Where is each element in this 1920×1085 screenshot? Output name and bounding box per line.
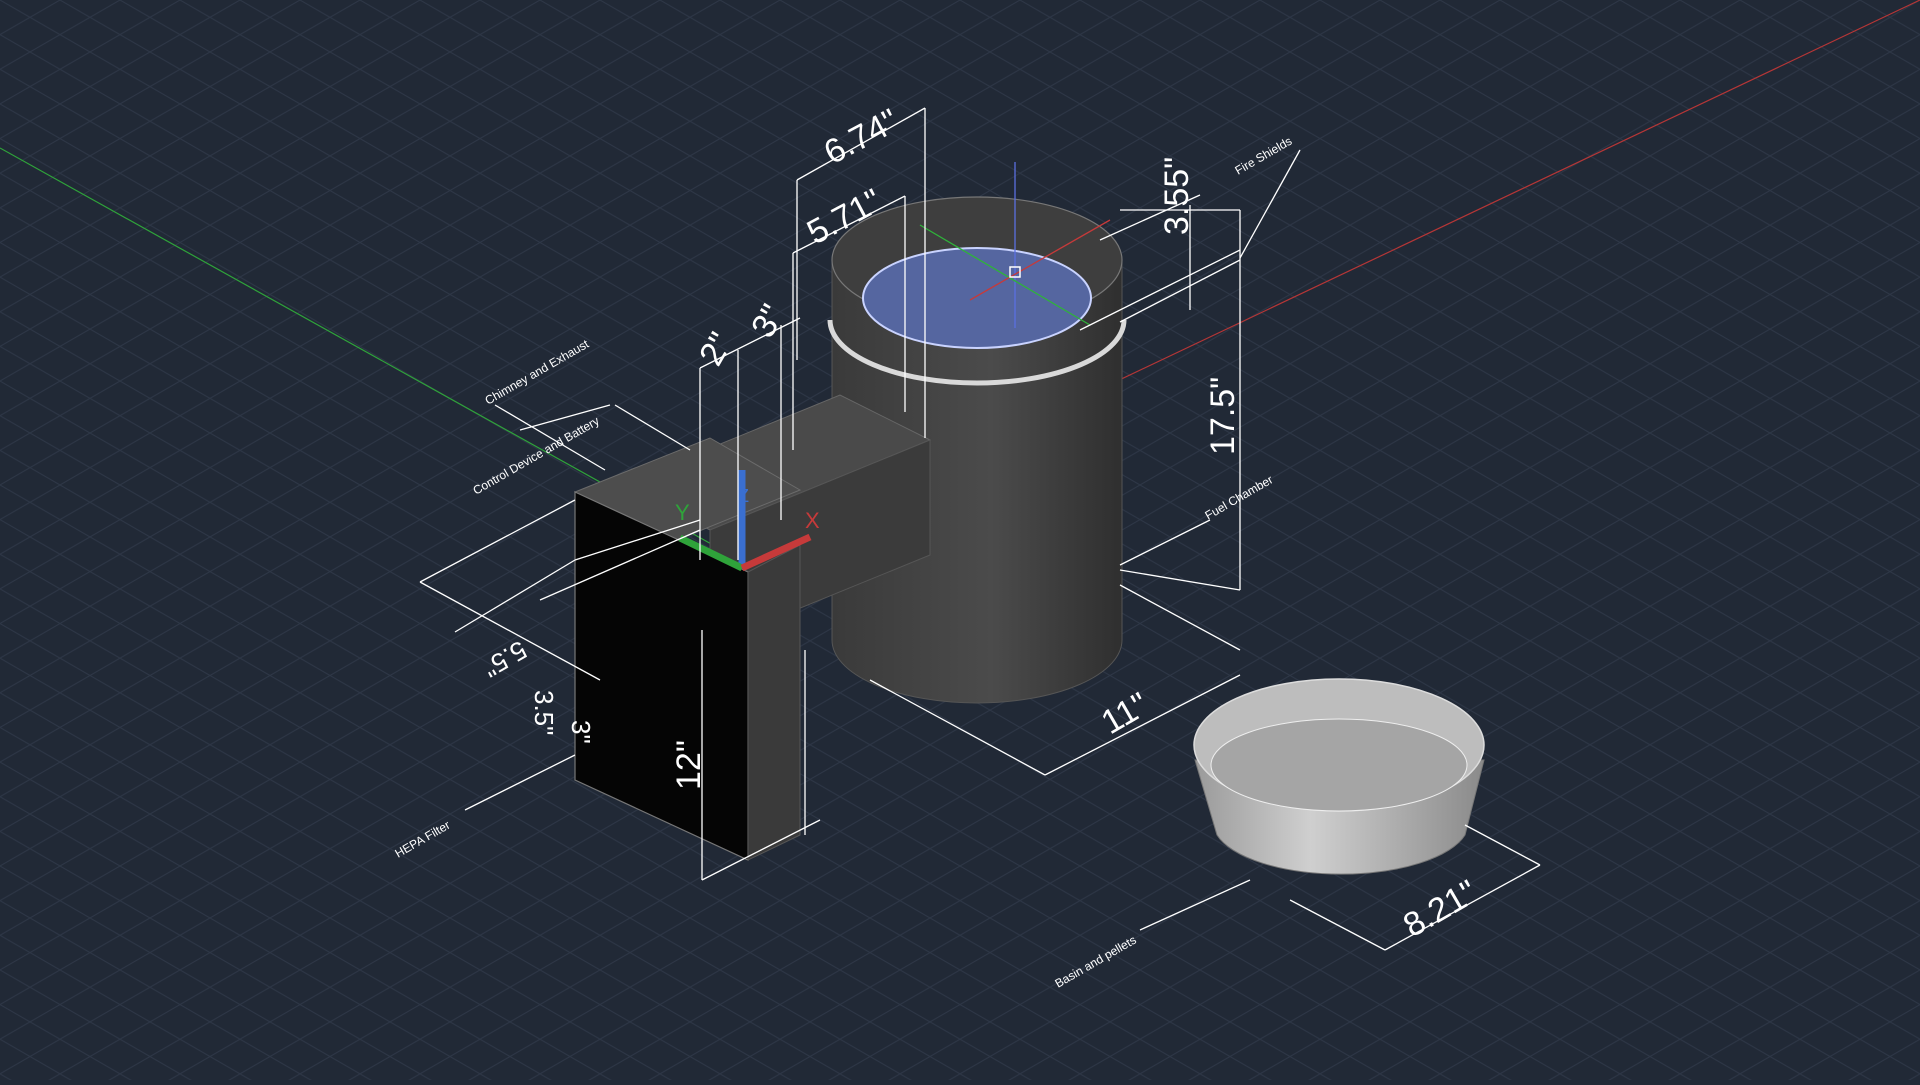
basin-bowl[interactable]: [1193, 678, 1485, 875]
cad-viewport[interactable]: Z Y X 6.74" 5.71" 2" 3" 3.55" 17.5" 11" …: [0, 0, 1920, 1080]
model-space-drawing[interactable]: Z Y X 6.74" 5.71" 2" 3" 3.55" 17.5" 11" …: [0, 0, 1920, 1080]
dim-3-55: 3.55": [1158, 157, 1196, 235]
dim-3-small: 3": [566, 720, 596, 744]
dim-3-5: 3.5": [529, 690, 559, 735]
ucs-x-label: X: [805, 508, 820, 533]
ucs-z-label: Z: [738, 486, 749, 506]
dim-17-5: 17.5": [1204, 377, 1242, 455]
ucs-y-label: Y: [675, 500, 690, 525]
dim-12: 12": [670, 740, 708, 790]
